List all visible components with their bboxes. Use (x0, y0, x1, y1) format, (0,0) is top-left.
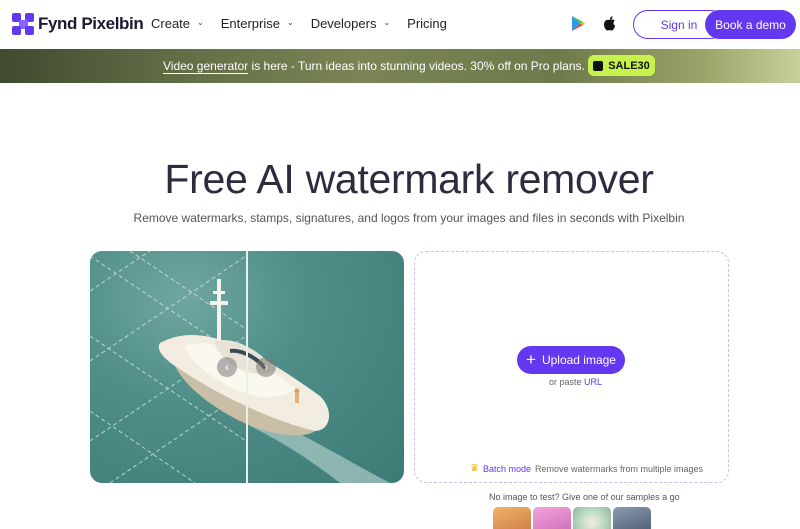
page-subtitle: Remove watermarks, stamps, signatures, a… (133, 211, 685, 225)
sample-thumbnail-3[interactable] (573, 507, 611, 529)
nav-create-label: Create (151, 16, 191, 31)
paste-prefix: or paste (549, 377, 585, 387)
upload-image-label: Upload image (541, 353, 616, 367)
nav-enterprise[interactable]: Enterprise ⌄ (221, 16, 294, 31)
paste-url-link[interactable]: URL (584, 377, 602, 387)
apple-icon[interactable] (603, 16, 616, 31)
nav-create[interactable]: Create ⌄ (151, 16, 204, 31)
chevron-down-icon: ⌄ (286, 18, 294, 27)
compare-divider[interactable] (246, 251, 248, 483)
book-demo-button[interactable]: Book a demo (705, 10, 796, 39)
sample-thumbnail-2[interactable] (533, 507, 571, 529)
batch-mode-row: ♛ Batch mode Remove watermarks from mult… (470, 463, 703, 474)
sample-thumbnails (493, 507, 651, 529)
promo-code-text: SALE30 (608, 59, 650, 72)
app-store-links (572, 16, 616, 31)
paste-url-text: or paste URL (549, 377, 602, 387)
nav-developers-label: Developers (310, 16, 377, 31)
top-navigation: Fynd Pixelbin Create ⌄ Enterprise ⌄ Deve… (0, 0, 800, 49)
sample-thumbnail-4[interactable] (613, 507, 651, 529)
logo-text: Fynd Pixelbin (38, 14, 144, 33)
batch-mode-description: Remove watermarks from multiple images (535, 463, 704, 474)
chevron-down-icon: ⌄ (383, 18, 391, 27)
samples-prompt: No image to test? Give one of our sample… (489, 492, 680, 502)
promo-text: Video generator is here - Turn ideas int… (163, 59, 639, 73)
crown-icon: ♛ (470, 463, 479, 474)
nav-developers[interactable]: Developers ⌄ (311, 16, 390, 31)
sample-thumbnail-1[interactable] (493, 507, 531, 529)
nav-enterprise-label: Enterprise (220, 16, 280, 31)
chevron-left-icon[interactable]: ‹ (217, 357, 237, 377)
plus-icon: + (526, 349, 536, 369)
promo-message: is here - Turn ideas into stunning video… (248, 59, 639, 73)
page-title: Free AI watermark remover (164, 156, 654, 202)
promo-video-generator-link[interactable]: Video generator (163, 59, 248, 73)
google-play-icon[interactable] (572, 16, 585, 31)
chevron-down-icon: ⌄ (197, 18, 204, 27)
promo-banner: Video generator is here - Turn ideas int… (0, 49, 800, 83)
logo[interactable]: Fynd Pixelbin (12, 13, 144, 35)
logo-icon (12, 13, 34, 35)
upload-image-button[interactable]: + Upload image (517, 346, 625, 374)
before-after-preview[interactable]: ‹ › (90, 251, 404, 483)
nav-pricing-label: Pricing (407, 16, 447, 31)
chevron-right-icon[interactable]: › (256, 357, 276, 377)
promo-code-badge[interactable]: SALE30 (588, 55, 655, 76)
main-nav: Create ⌄ Enterprise ⌄ Developers ⌄ Prici… (151, 16, 464, 31)
nav-pricing[interactable]: Pricing (407, 16, 447, 31)
batch-mode-link[interactable]: Batch mode (483, 464, 531, 474)
coupon-icon (593, 60, 604, 71)
